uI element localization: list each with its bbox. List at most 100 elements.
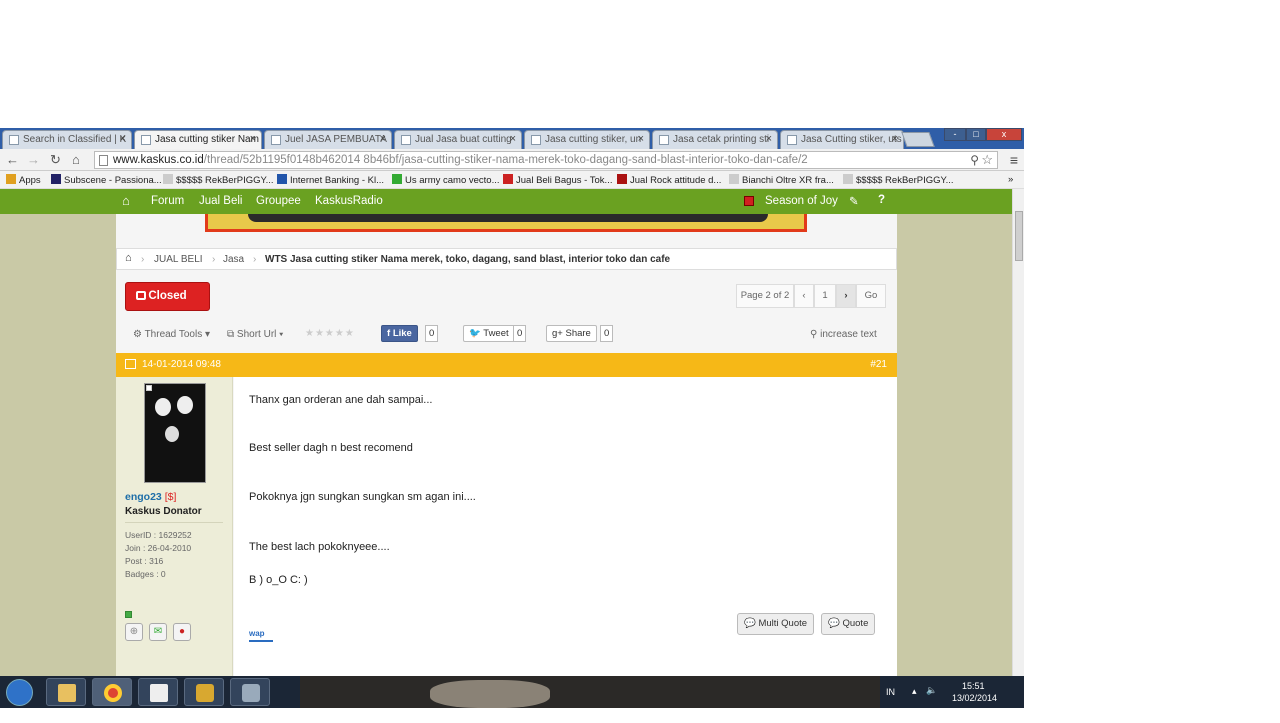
wallpaper-strip (300, 676, 880, 708)
clock-time[interactable]: 15:51 (962, 681, 985, 691)
back-arrow-icon[interactable]: ← (6, 152, 19, 167)
username-link[interactable]: engo23 [$] (125, 491, 176, 503)
post-line: Thanx gan orderan ane dah sampai... (249, 394, 433, 406)
close-window-button[interactable]: x (986, 128, 1022, 141)
scrollbar-thumb[interactable] (1015, 211, 1023, 261)
thread-tools-menu[interactable]: ⚙ Thread Tools ▾ (133, 329, 210, 340)
season-of-joy-link[interactable]: Season of Joy (765, 195, 838, 207)
close-tab-icon[interactable]: × (510, 133, 516, 145)
pencil-icon[interactable]: ✎ (849, 194, 859, 208)
bookmark-rekber-piggy[interactable]: $$$$$ RekBerPIGGY... (163, 174, 274, 186)
page-1-link[interactable]: 1 (814, 284, 836, 308)
forward-arrow-icon[interactable]: → (27, 152, 40, 167)
profile-icon[interactable]: ⊕ (125, 623, 143, 641)
report-icon[interactable]: ● (173, 623, 191, 641)
page-favicon-icon (401, 135, 411, 145)
clock-date[interactable]: 13/02/2014 (952, 693, 997, 703)
bookmark-label: Internet Banking - Kl... (290, 175, 384, 186)
start-button[interactable] (6, 679, 33, 706)
reload-icon[interactable]: ↻ (50, 152, 61, 168)
browser-tab-strip: Search in Classified | K × Jasa cutting … (0, 128, 1024, 149)
folder-icon (58, 684, 76, 702)
tab-jasa-cutting-uts[interactable]: Jasa Cutting stiker, uts × (780, 130, 904, 149)
language-indicator[interactable]: IN (886, 687, 895, 697)
tab-jasa-cutting-active[interactable]: Jasa cutting stiker Nam × (134, 130, 262, 149)
closed-thread-button[interactable]: Closed (125, 282, 210, 311)
tab-jasa-cutting-un[interactable]: Jasa cutting stiker, un × (524, 130, 650, 149)
screenshot-frame: Search in Classified | K × Jasa cutting … (0, 128, 1024, 708)
tab-juel-jasa[interactable]: Juel JASA PEMBUATA × (264, 130, 392, 149)
nav-kaskus-radio[interactable]: KaskusRadio (315, 195, 383, 207)
bookmark-jual-beli-bagus[interactable]: Jual Beli Bagus - Tok... (503, 174, 612, 186)
minimize-button[interactable]: - (944, 128, 966, 141)
close-tab-icon[interactable]: × (766, 133, 772, 145)
google-share-button[interactable]: g+ Share (546, 325, 597, 342)
home-icon[interactable]: ⌂ (122, 193, 130, 208)
chrome-menu-icon[interactable]: ≡ (1010, 152, 1018, 168)
like-count: 0 (425, 325, 439, 342)
breadcrumb-jasa[interactable]: Jasa (223, 254, 244, 265)
page-favicon-icon (531, 135, 541, 145)
tweet-button[interactable]: 🐦 Tweet (463, 325, 515, 342)
app-taskbar-button-2[interactable] (230, 678, 270, 706)
divider (125, 522, 223, 523)
promo-banner[interactable] (205, 214, 807, 232)
close-tab-icon[interactable]: × (250, 133, 256, 145)
post-number[interactable]: #21 (870, 359, 887, 370)
message-icon[interactable]: ✉ (149, 623, 167, 641)
nav-groupee[interactable]: Groupee (256, 195, 301, 207)
bookmark-us-army-camo[interactable]: Us army camo vecto... (392, 174, 500, 186)
short-url-label: Short Url (236, 329, 277, 340)
facebook-like-button[interactable]: f Like (381, 325, 418, 342)
prev-page-button[interactable]: ‹ (794, 284, 814, 308)
user-join-date: Join : 26-04-2010 (125, 543, 192, 553)
tab-title: Jasa cutting stiker, un (545, 134, 642, 145)
wap-signature-icon: wap (249, 629, 273, 642)
volume-icon[interactable]: 🔈 (926, 685, 937, 696)
close-tab-icon[interactable]: × (120, 133, 126, 145)
close-tab-icon[interactable]: × (892, 133, 898, 145)
close-tab-icon[interactable]: × (380, 133, 386, 145)
avatar[interactable] (144, 383, 206, 483)
chrome-taskbar-button[interactable] (92, 678, 132, 706)
explorer-taskbar-button[interactable] (46, 678, 86, 706)
shop-icon (503, 174, 513, 184)
home-icon[interactable]: ⌂ (125, 252, 132, 264)
rating-stars[interactable]: ★★★★★ (305, 328, 355, 339)
short-url-menu[interactable]: ⧉ Short Url ▾ (227, 329, 283, 340)
zoom-icon[interactable]: ⚲ (970, 153, 979, 167)
page-scrollbar[interactable] (1012, 189, 1024, 708)
media-player-taskbar-button[interactable] (138, 678, 178, 706)
bookmark-jual-rock-attitude[interactable]: Jual Rock attitude d... (617, 174, 721, 186)
home-icon[interactable]: ⌂ (72, 152, 80, 167)
nav-forum[interactable]: Forum (151, 195, 184, 207)
tab-jual-jasa-buat[interactable]: Jual Jasa buat cutting × (394, 130, 522, 149)
increase-text-link[interactable]: ⚲ increase text (810, 329, 877, 340)
new-tab-button[interactable] (901, 132, 935, 147)
breadcrumb-jual-beli[interactable]: JUAL BELI (154, 254, 203, 265)
bookmark-subscene[interactable]: Subscene - Passiona... (51, 174, 162, 186)
tab-jasa-cetak[interactable]: Jasa cetak printing sti × (652, 130, 778, 149)
multi-quote-button[interactable]: 💬 Multi Quote (737, 613, 815, 635)
close-tab-icon[interactable]: × (638, 133, 644, 145)
multi-quote-label: Multi Quote (758, 618, 808, 629)
next-page-button[interactable]: › (836, 284, 856, 308)
help-icon[interactable]: ? (878, 194, 885, 206)
quote-button[interactable]: 💬 Quote (821, 613, 876, 635)
bookmark-rekber-piggy-2[interactable]: $$$$$ RekBerPIGGY... (843, 174, 954, 186)
show-hidden-icons-icon[interactable]: ▴ (912, 686, 917, 697)
bookmark-star-icon[interactable]: ☆ (981, 152, 993, 168)
bookmark-label: Jual Beli Bagus - Tok... (516, 175, 613, 186)
bookmark-bianchi[interactable]: Bianchi Oltre XR fra... (729, 174, 834, 186)
address-bar[interactable]: www.kaskus.co.id/thread/52b1195f0148b462… (94, 151, 998, 169)
bookmark-internet-banking[interactable]: Internet Banking - Kl... (277, 174, 384, 186)
bookmarks-overflow[interactable]: » (1008, 174, 1013, 185)
bank-icon (277, 174, 287, 184)
thread-toolbar: ⚙ Thread Tools ▾ ⧉ Short Url ▾ ★★★★★ f L… (116, 324, 897, 346)
nav-jual-beli[interactable]: Jual Beli (199, 195, 242, 207)
tab-search-classified[interactable]: Search in Classified | K × (2, 130, 132, 149)
bookmark-apps[interactable]: Apps (6, 174, 41, 186)
maximize-button[interactable]: □ (966, 128, 986, 141)
go-dropdown[interactable]: Go (856, 284, 886, 308)
app-taskbar-button[interactable] (184, 678, 224, 706)
